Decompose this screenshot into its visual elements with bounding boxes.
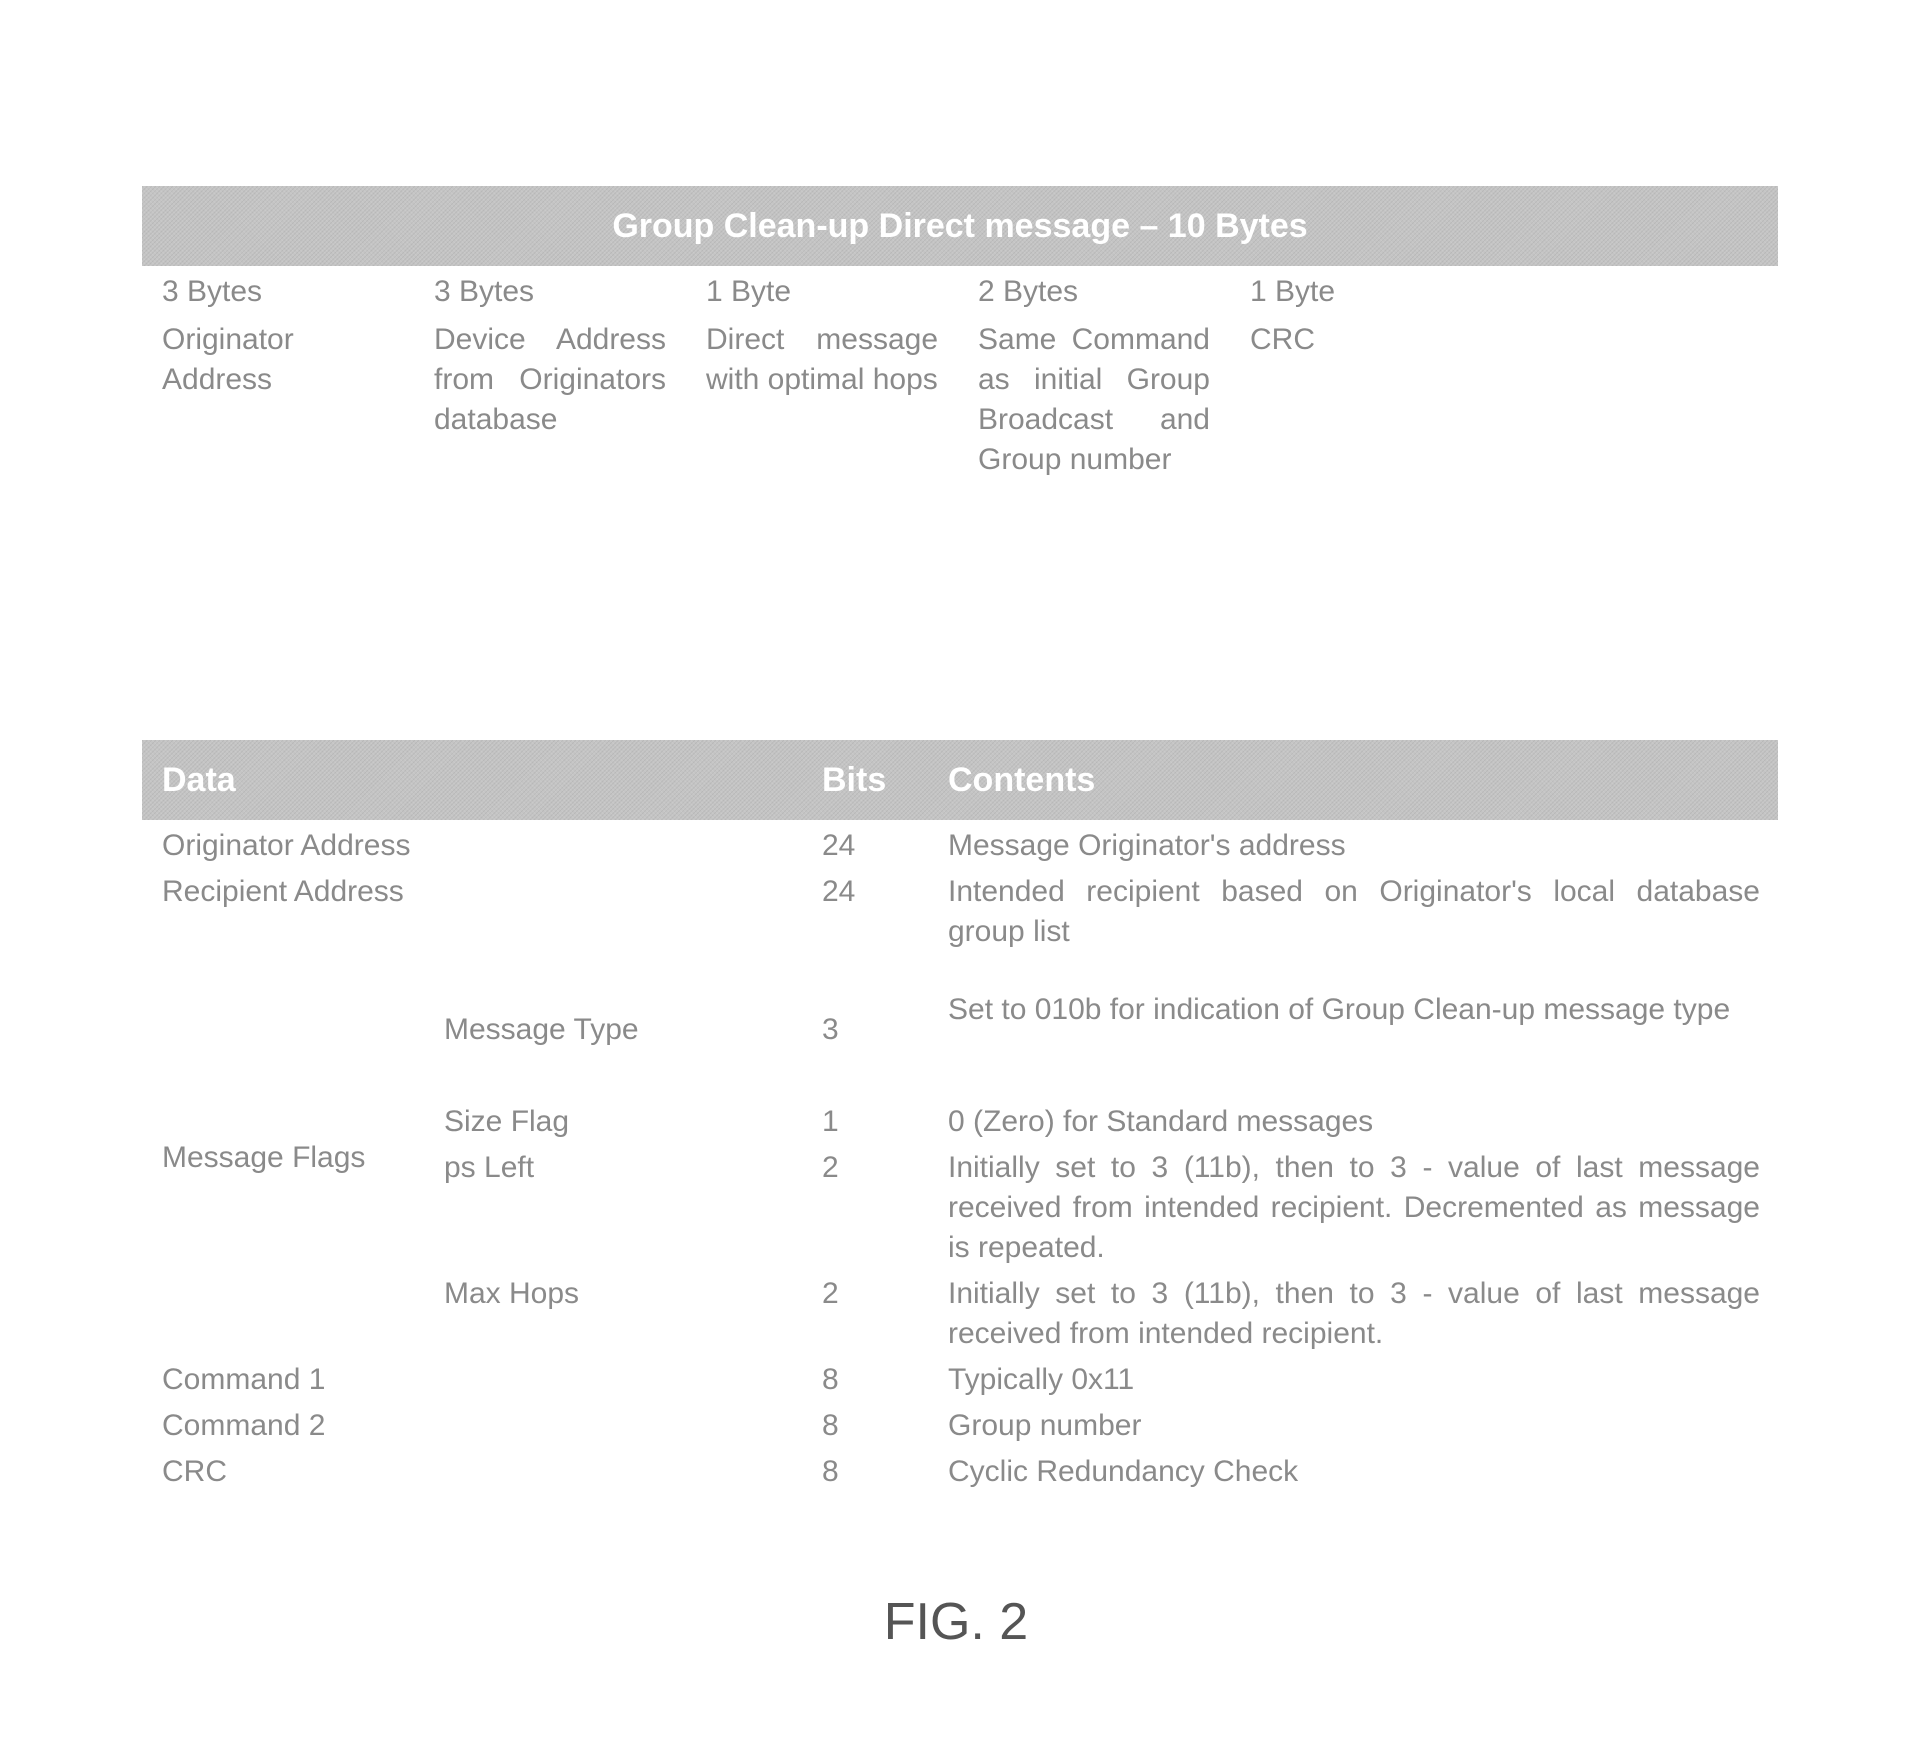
row-bits: 8: [822, 1363, 839, 1396]
row-bits: 8: [822, 1455, 839, 1488]
row-bits: 2: [822, 1277, 839, 1310]
table1-column: 2 Bytes Same Command as initial Group Br…: [978, 272, 1210, 480]
row-data: Recipient Address: [162, 875, 404, 908]
field-description: Device Address from Originators database: [434, 323, 666, 436]
table1-column: 3 Bytes Device Address from Originators …: [434, 272, 666, 440]
row-contents: 0 (Zero) for Standard messages: [948, 1105, 1374, 1138]
field-description: Direct message with optimal hops: [706, 323, 938, 396]
row-subfield: Max Hops: [444, 1277, 580, 1310]
row-contents: Initially set to 3 (11b), then to 3 - va…: [948, 1151, 1760, 1264]
byte-size: 1 Byte: [1250, 275, 1336, 308]
row-data: CRC: [162, 1455, 227, 1488]
header-contents: Contents: [948, 761, 1096, 799]
field-description: Same Command as initial Group Broadcast …: [978, 323, 1210, 476]
group-label: Message Flags: [162, 1141, 366, 1174]
row-bits: 3: [822, 1013, 839, 1046]
table1-column: 3 Bytes Originator Address: [162, 272, 382, 400]
byte-size: 3 Bytes: [162, 275, 263, 308]
field-description: CRC: [1250, 323, 1315, 356]
row-contents: Message Originator's address: [948, 829, 1346, 862]
row-contents: Initially set to 3 (11b), then to 3 - va…: [948, 1277, 1760, 1350]
figure-caption: FIG. 2: [883, 1593, 1029, 1651]
row-contents: Intended recipient based on Originator's…: [948, 875, 1760, 948]
row-bits: 1: [822, 1105, 839, 1138]
row-bits: 24: [822, 829, 856, 862]
row-subfield: Size Flag: [444, 1105, 570, 1138]
row-contents: Group number: [948, 1409, 1142, 1442]
header-bits: Bits: [822, 761, 887, 799]
table1-column: 1 Byte CRC: [1250, 272, 1450, 360]
header-data: Data: [162, 761, 236, 799]
row-data: Command 2: [162, 1409, 326, 1442]
row-contents: Set to 010b for indication of Group Clea…: [948, 993, 1731, 1026]
row-data: Originator Address: [162, 829, 411, 862]
row-contents: Cyclic Redundancy Check: [948, 1455, 1299, 1488]
table1-column: 1 Byte Direct message with optimal hops: [706, 272, 938, 400]
row-bits: 8: [822, 1409, 839, 1442]
field-description: Originator Address: [162, 323, 294, 396]
table1-title: Group Clean-up Direct message – 10 Bytes: [142, 186, 1778, 266]
byte-size: 3 Bytes: [434, 275, 535, 308]
row-contents: Typically 0x11: [948, 1363, 1135, 1396]
row-bits: 24: [822, 875, 856, 908]
row-subfield: Message Type: [444, 1013, 639, 1046]
byte-size: 2 Bytes: [978, 275, 1079, 308]
row-bits: 2: [822, 1151, 839, 1184]
row-subfield: ps Left: [444, 1151, 535, 1184]
table2-header: Data Bits Contents: [142, 740, 1778, 820]
row-data: Command 1: [162, 1363, 326, 1396]
byte-size: 1 Byte: [706, 275, 792, 308]
